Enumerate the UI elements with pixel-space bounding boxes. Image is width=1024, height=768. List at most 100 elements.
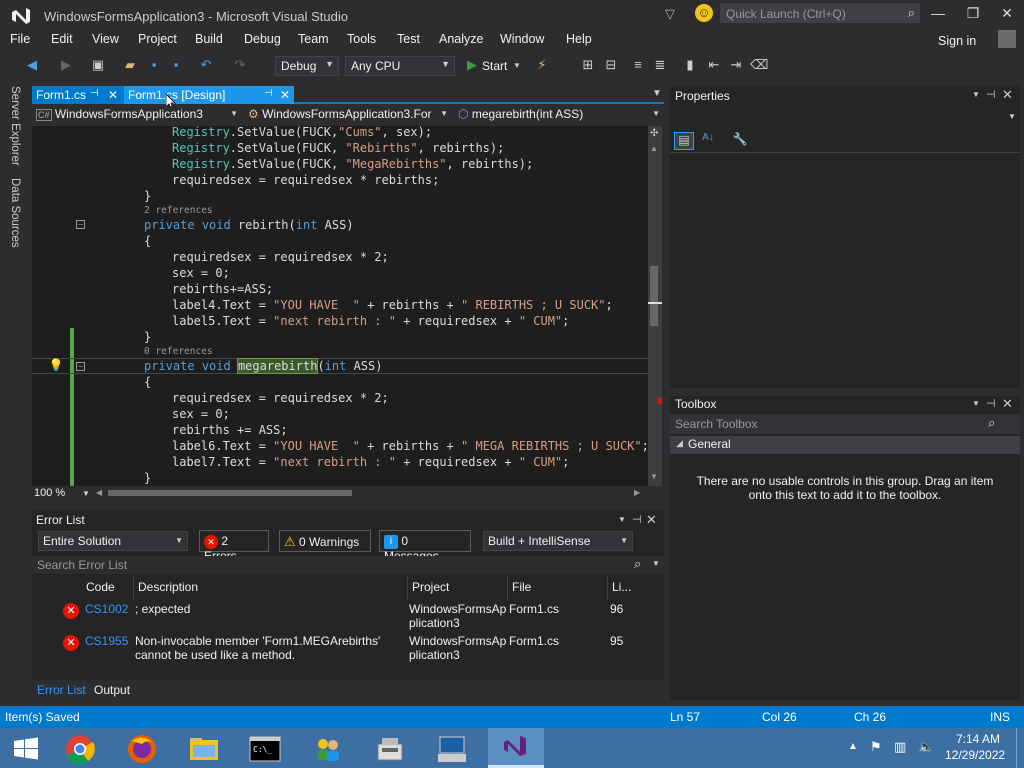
close-panel-icon[interactable]: ✕ (646, 512, 657, 528)
search-options-icon[interactable]: ▼ (652, 559, 660, 568)
messages-filter-button[interactable]: i 0 Messages (379, 530, 471, 563)
properties-window-icon[interactable]: ⊟ (603, 57, 619, 73)
redo-icon[interactable]: ↷ (232, 57, 248, 73)
browser-link-icon[interactable]: ⚡ (534, 57, 550, 73)
error-code-link[interactable]: CS1002 (85, 602, 128, 616)
project-select[interactable]: C# WindowsFormsApplication3 ▼ (32, 106, 242, 124)
feedback-smiley-icon[interactable]: ☺ (695, 4, 713, 22)
data-sources-tab[interactable]: Data Sources (9, 178, 21, 248)
error-list-search-input[interactable]: Search Error List ⌕ ▼ (32, 556, 664, 574)
menu-tools[interactable]: Tools (347, 32, 376, 46)
account-icon[interactable] (998, 30, 1016, 48)
table-row[interactable]: ✕ CS1955 Non-invocable member 'Form1.MEG… (32, 632, 664, 662)
forward-icon[interactable]: ▶ (58, 57, 74, 73)
panel-menu-icon[interactable]: ▼ (972, 399, 980, 408)
visual-studio-taskbar-icon[interactable] (488, 728, 544, 768)
scroll-up-icon[interactable]: ▲ (650, 144, 658, 153)
member-select[interactable]: ⬡ megarebirth(int ASS) ▼ (454, 106, 664, 124)
tab-error-list[interactable]: Error List (37, 683, 86, 697)
toolbox-group-general[interactable]: ◢ General (670, 436, 1020, 454)
zoom-level[interactable]: 100 % (34, 487, 65, 499)
zoom-dropdown-icon[interactable]: ▼ (82, 489, 90, 498)
collapse-icon[interactable]: − (76, 362, 85, 371)
menu-project[interactable]: Project (138, 32, 177, 46)
back-icon[interactable]: ◀ (24, 57, 40, 73)
tab-form1-design[interactable]: Form1.cs [Design] ⊣ ✕ (124, 86, 294, 104)
menu-debug[interactable]: Debug (244, 32, 281, 46)
pin-icon[interactable]: ⊣ (632, 513, 642, 526)
pin-icon[interactable]: ⊣ (264, 88, 273, 99)
column-code[interactable]: Code (82, 576, 134, 600)
solution-explorer-icon[interactable]: ⊞ (580, 57, 596, 73)
menu-analyze[interactable]: Analyze (439, 32, 483, 46)
close-window-icon[interactable]: ✕ (997, 5, 1017, 25)
start-dropdown-icon[interactable]: ▼ (513, 61, 521, 70)
bookmark-clear-icon[interactable]: ⌫ (750, 57, 768, 73)
save-icon[interactable]: ▪ (146, 57, 162, 73)
menu-view[interactable]: View (92, 32, 119, 46)
command-prompt-icon[interactable]: C:\_ (243, 732, 287, 766)
menu-file[interactable]: File (10, 32, 30, 46)
bookmark-icon[interactable]: ▮ (682, 57, 698, 73)
panel-menu-icon[interactable]: ▼ (618, 515, 626, 524)
warnings-filter-button[interactable]: ⚠ 0 Warnings (279, 530, 371, 552)
show-hidden-icons-icon[interactable]: ▲ (848, 741, 858, 752)
menu-window[interactable]: Window (500, 32, 544, 46)
clock-date[interactable]: 12/29/2022 (945, 748, 1005, 762)
open-file-icon[interactable]: ▰ (122, 57, 138, 73)
menu-help[interactable]: Help (566, 32, 592, 46)
code-editor[interactable]: 💡 − − Registry.SetValue(FUCK,"Cums", sex… (32, 126, 662, 486)
editor-vertical-scrollbar[interactable]: ✣ ▲ ▼ (648, 126, 662, 486)
scroll-right-icon[interactable]: ▶ (634, 488, 640, 497)
bookmark-prev-icon[interactable]: ⇤ (706, 57, 722, 73)
column-description[interactable]: Description (134, 576, 408, 600)
windows-start-icon[interactable] (4, 732, 48, 766)
close-tab-icon[interactable]: ✕ (108, 88, 118, 102)
scope-select[interactable]: Entire Solution ▼ (38, 531, 188, 551)
tab-form1-cs[interactable]: Form1.cs ⊣ ✕ (32, 86, 124, 104)
start-button-label[interactable]: Start (482, 59, 507, 73)
clock-time[interactable]: 7:14 AM (956, 732, 1000, 746)
firefox-icon[interactable] (120, 732, 164, 766)
solution-platform-select[interactable]: Any CPU ▼ (345, 56, 455, 76)
close-panel-icon[interactable]: ✕ (1002, 87, 1013, 103)
search-icon[interactable]: ⌕ (988, 415, 995, 431)
errors-filter-button[interactable]: ✕ 2 Errors (199, 530, 269, 563)
computer-keyboard-icon[interactable] (430, 732, 474, 766)
quick-launch-input[interactable]: Quick Launch (Ctrl+Q) ⌕ (720, 3, 920, 23)
minimize-icon[interactable]: — (928, 5, 948, 25)
show-desktop-button[interactable] (1016, 728, 1024, 768)
notifications-filter-icon[interactable]: ▽ (665, 6, 679, 21)
split-icon[interactable]: ✣ (650, 128, 658, 139)
solution-configuration-select[interactable]: Debug ▼ (275, 56, 339, 76)
column-file[interactable]: File (508, 576, 608, 600)
undo-icon[interactable]: ↶ (198, 57, 214, 73)
users-icon[interactable] (306, 732, 350, 766)
cash-register-icon[interactable] (368, 732, 412, 766)
menu-edit[interactable]: Edit (51, 32, 73, 46)
pin-icon[interactable]: ⊣ (986, 88, 996, 101)
tab-overflow-dropdown-icon[interactable]: ▼ (652, 88, 662, 99)
restore-icon[interactable]: ❐ (963, 5, 983, 25)
close-panel-icon[interactable]: ✕ (1002, 396, 1013, 412)
codelens-references[interactable]: 2 references (144, 205, 213, 217)
column-project[interactable]: Project (408, 576, 508, 600)
start-icon[interactable]: ▶ (464, 57, 480, 73)
class-select[interactable]: ⚙ WindowsFormsApplication3.For ▼ (244, 106, 452, 124)
search-icon[interactable]: ⌕ (634, 556, 641, 572)
sign-in-link[interactable]: Sign in (938, 34, 976, 48)
property-grid[interactable] (670, 152, 1020, 384)
column-line[interactable]: Li... (608, 576, 664, 600)
scroll-left-icon[interactable]: ◀ (96, 488, 102, 497)
bookmark-next-icon[interactable]: ⇥ (728, 57, 744, 73)
lightbulb-icon[interactable]: 💡 (48, 358, 64, 374)
property-pages-icon[interactable]: 🔧 (730, 132, 750, 150)
categorized-icon[interactable]: ▤ (674, 132, 694, 150)
volume-icon[interactable]: 🔈 (918, 739, 934, 755)
menu-build[interactable]: Build (195, 32, 223, 46)
close-tab-icon[interactable]: ✕ (280, 88, 290, 102)
alphabetical-icon[interactable]: A↓ (698, 132, 718, 150)
scroll-down-icon[interactable]: ▼ (650, 472, 658, 481)
collapse-icon[interactable]: − (76, 220, 85, 229)
menu-test[interactable]: Test (397, 32, 420, 46)
